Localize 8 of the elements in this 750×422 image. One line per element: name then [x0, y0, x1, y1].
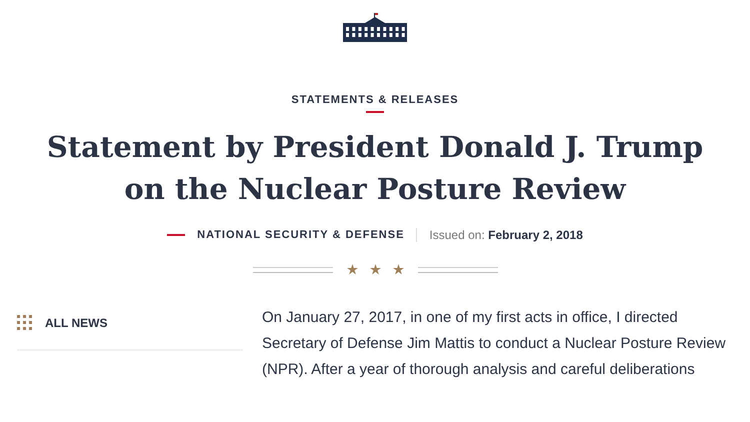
- statement-paragraph: On January 27, 2017, in one of my first acts in office, I directed Secretary of Defense Jim Mattis to conduct a Nuclear Posture Review (NPR). After a year of thorough analysis and careful deliberations: [262, 308, 726, 380]
- grid-icon: [17, 315, 32, 330]
- category-label[interactable]: STATEMENTS & RELEASES: [291, 94, 459, 106]
- building-logo-icon[interactable]: [343, 12, 407, 42]
- article-title: Statement by President Donald J. Trump on the Nuclear Posture Review: [46, 129, 704, 208]
- issued-date: Issued on: February 2, 2018: [429, 228, 583, 242]
- topic-label[interactable]: NATIONAL SECURITY & DEFENSE: [197, 229, 404, 241]
- all-news-link[interactable]: ALL NEWS: [17, 315, 108, 330]
